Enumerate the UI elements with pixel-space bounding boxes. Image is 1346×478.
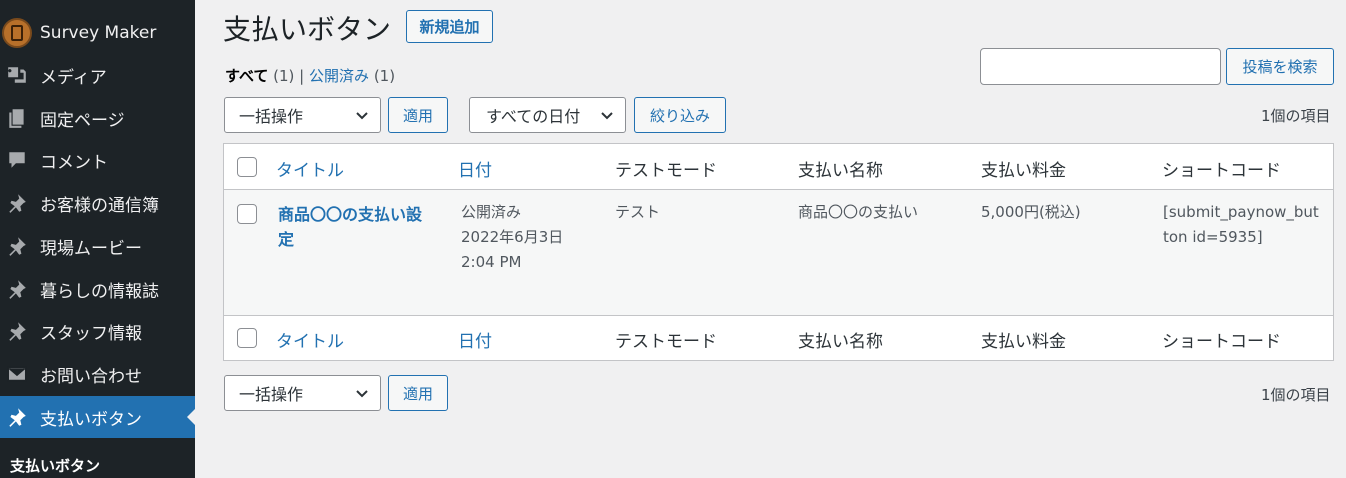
select-all-checkbox[interactable] <box>237 157 257 177</box>
apply-button-bottom[interactable]: 適用 <box>388 375 448 411</box>
column-title[interactable]: タイトル <box>276 156 344 181</box>
column-payment-name: 支払い名称 <box>798 161 883 181</box>
item-count: 1個の項目 <box>1261 107 1331 125</box>
sidebar-item-label: 暮らしの情報誌 <box>40 281 159 302</box>
post-status: 公開済み <box>461 203 522 221</box>
sidebar-item-life-magazine[interactable]: 暮らしの情報誌 <box>0 268 195 310</box>
item-count-bottom: 1個の項目 <box>1261 386 1331 404</box>
submenu-title[interactable]: 支払いボタン <box>10 455 100 476</box>
admin-sidebar: Survey Maker メディア 固定ページ コメント お客様の通信簿 現場ム… <box>0 0 195 478</box>
posts-table: タイトル 日付 テストモード 支払い名称 支払い料金 ショートコード 商品〇〇の… <box>223 143 1334 361</box>
pin-icon <box>5 277 29 301</box>
sidebar-item-label: スタッフ情報 <box>40 323 142 344</box>
column-payment-name: 支払い名称 <box>798 332 883 352</box>
sidebar-item-label: コメント <box>40 152 108 173</box>
column-date[interactable]: 日付 <box>458 156 492 181</box>
page-title: 支払いボタン <box>223 13 392 46</box>
row-checkbox[interactable] <box>237 204 257 224</box>
sidebar-item-label: お問い合わせ <box>40 366 142 387</box>
add-new-button[interactable]: 新規追加 <box>406 10 493 43</box>
main-content: 支払いボタン 新規追加 すべて (1) | 公開済み (1) 投稿を検索 一括操… <box>195 0 1346 478</box>
date-filter-select[interactable]: すべての日付 <box>469 97 626 133</box>
bulk-action-select-bottom[interactable]: 一括操作 <box>224 375 381 411</box>
post-title-link[interactable]: 商品〇〇の支払い設定 <box>278 202 428 252</box>
sidebar-item-label: メディア <box>40 67 107 88</box>
column-title[interactable]: タイトル <box>276 327 344 352</box>
table-header-row: タイトル 日付 テストモード 支払い名称 支払い料金 ショートコード <box>224 144 1333 190</box>
bulk-action-value: 一括操作 <box>239 107 304 126</box>
chevron-down-icon <box>356 390 368 398</box>
pin-icon <box>5 405 29 429</box>
shortcode-cell: [submit_paynow_button id=5935] <box>1163 203 1319 246</box>
bulk-action-value: 一括操作 <box>239 385 304 404</box>
bulk-action-select[interactable]: 一括操作 <box>224 97 381 133</box>
sidebar-item-customer-report[interactable]: お客様の通信簿 <box>0 182 195 224</box>
sidebar-item-label: 現場ムービー <box>40 238 142 259</box>
chevron-down-icon <box>356 112 368 120</box>
pin-icon <box>5 234 29 258</box>
column-payment-fee: 支払い料金 <box>981 332 1066 352</box>
sidebar-item-staff-info[interactable]: スタッフ情報 <box>0 310 195 352</box>
column-test-mode: テストモード <box>615 161 717 181</box>
pin-icon <box>5 319 29 343</box>
sidebar-item-payment-button[interactable]: 支払いボタン <box>0 396 195 438</box>
pin-icon <box>5 191 29 215</box>
sidebar-item-label: Survey Maker <box>40 23 157 43</box>
filter-all-count: (1) <box>273 67 295 85</box>
sidebar-item-survey-maker[interactable]: Survey Maker <box>0 12 195 54</box>
mail-icon <box>5 362 29 386</box>
column-payment-fee: 支払い料金 <box>981 161 1066 181</box>
column-shortcode: ショートコード <box>1162 161 1281 181</box>
sidebar-item-pages[interactable]: 固定ページ <box>0 97 195 139</box>
filter-published-link[interactable]: 公開済み <box>309 67 369 85</box>
media-icon <box>5 63 29 87</box>
date-filter-value: すべての日付 <box>486 107 581 126</box>
comment-icon <box>5 148 29 172</box>
test-mode-cell: テスト <box>615 203 661 221</box>
payment-fee-cell: 5,000円(税込) <box>981 203 1081 221</box>
date-cell: 公開済み 2022年6月3日 2:04 PM <box>461 200 563 275</box>
apply-button[interactable]: 適用 <box>388 97 448 133</box>
search-posts-button[interactable]: 投稿を検索 <box>1226 48 1334 85</box>
sidebar-item-label: お客様の通信簿 <box>40 195 159 216</box>
search-input[interactable] <box>980 48 1221 85</box>
sidebar-item-site-movie[interactable]: 現場ムービー <box>0 225 195 267</box>
survey-maker-logo <box>2 18 32 48</box>
sidebar-item-label: 固定ページ <box>40 110 125 131</box>
column-date[interactable]: 日付 <box>458 327 492 352</box>
filter-published-count: (1) <box>373 67 396 85</box>
page-icon <box>5 106 29 130</box>
sidebar-item-contact[interactable]: お問い合わせ <box>0 353 195 395</box>
filter-button[interactable]: 絞り込み <box>634 97 726 133</box>
column-test-mode: テストモード <box>615 332 717 352</box>
filter-separator: | <box>299 67 305 85</box>
chevron-down-icon <box>601 112 613 120</box>
post-time: 2:04 PM <box>461 253 522 271</box>
table-footer-row: タイトル 日付 テストモード 支払い名称 支払い料金 ショートコード <box>224 316 1333 360</box>
payment-name-cell: 商品〇〇の支払い <box>798 203 919 221</box>
status-filter-links: すべて (1) | 公開済み (1) <box>225 65 395 86</box>
select-all-checkbox-bottom[interactable] <box>237 328 257 348</box>
sidebar-item-comments[interactable]: コメント <box>0 139 195 181</box>
column-shortcode: ショートコード <box>1162 332 1281 352</box>
post-date: 2022年6月3日 <box>461 228 564 246</box>
sidebar-item-media[interactable]: メディア <box>0 54 195 96</box>
table-row: 商品〇〇の支払い設定 公開済み 2022年6月3日 2:04 PM テスト 商品… <box>224 190 1333 316</box>
sidebar-item-label: 支払いボタン <box>40 409 142 430</box>
filter-all-link[interactable]: すべて <box>225 67 268 85</box>
